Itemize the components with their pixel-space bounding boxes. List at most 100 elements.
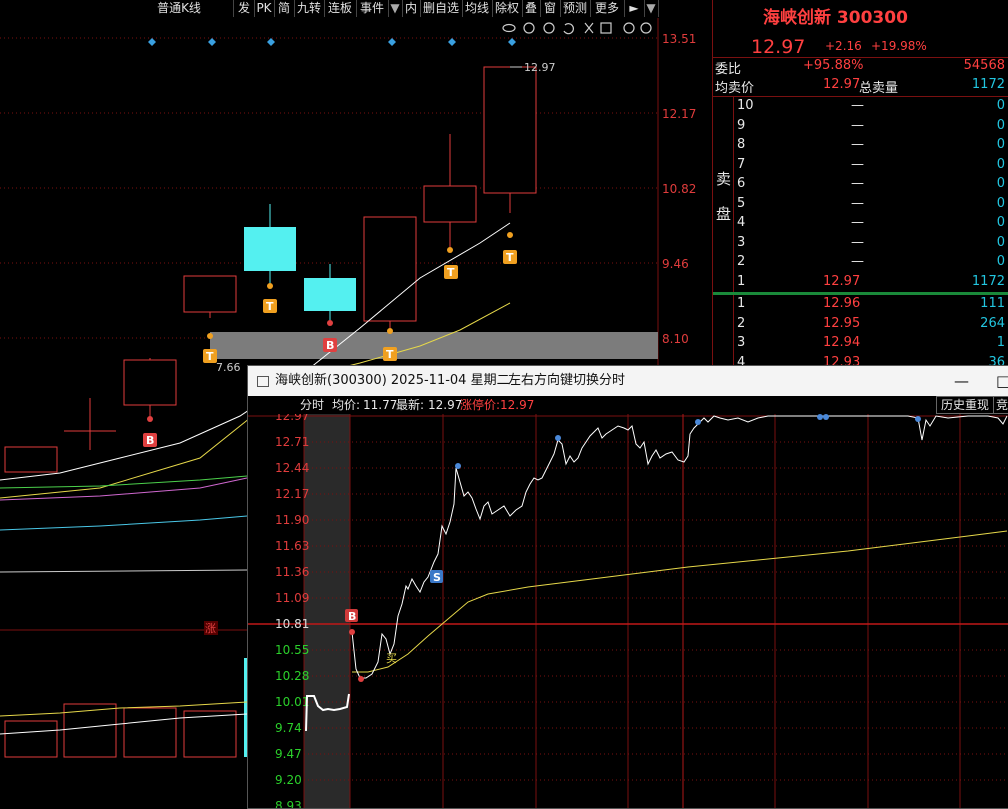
sell-price: — — [851, 176, 864, 191]
buy-b-text: B — [348, 610, 356, 623]
sell-volume: 0 — [996, 195, 1005, 211]
minimize-button[interactable]: — — [954, 366, 969, 396]
sell-volume: 0 — [996, 117, 1005, 133]
sell-volume: 0 — [996, 137, 1005, 152]
toolbar-jian-button[interactable]: 简 — [274, 0, 295, 17]
toolbar-exright-button[interactable]: 除权 — [492, 0, 523, 17]
y-axis-label: 9.47 — [275, 747, 302, 761]
sell-volume: 0 — [996, 254, 1005, 269]
toolbar-forecast-button[interactable]: 预测 — [560, 0, 591, 17]
candle-body — [423, 185, 477, 223]
y-axis-label: 12.71 — [275, 435, 309, 449]
y-axis-label: 9.20 — [275, 773, 302, 787]
history-replay-button[interactable]: 历史重现 — [936, 396, 995, 414]
sell-level: 2 — [737, 254, 746, 269]
sell-row[interactable]: 3 — 0 — [713, 235, 1008, 255]
intraday-avg-line — [352, 530, 1008, 673]
y-axis-label: 11.63 — [275, 539, 309, 553]
add-circle-icon[interactable] — [523, 22, 535, 34]
sell-row[interactable]: 5 — 0 — [713, 196, 1008, 216]
y-axis-label: 12.44 — [275, 461, 309, 475]
fenshi-label: 分时 — [300, 398, 325, 412]
sell-row[interactable]: 4 — 0 — [713, 215, 1008, 235]
toolbar-event-arrow[interactable]: ▼ — [388, 0, 403, 17]
zhang-label: 涨 — [205, 622, 216, 635]
sell-row[interactable]: 2 — 0 — [713, 254, 1008, 274]
sell-row[interactable]: 10 — 0 — [713, 98, 1008, 118]
delete-icon[interactable] — [600, 22, 612, 34]
buy-price: 12.94 — [823, 335, 861, 350]
toolbar-pk-button[interactable]: PK — [254, 0, 275, 17]
sell-row[interactable]: 9 — 0 — [713, 118, 1008, 138]
chart-toolbar: 普通K线 发 PK 简 九转 连板 事件 ▼ 内 删自选 均线 除权 叠 窗 预… — [0, 0, 660, 18]
sell-level: 5 — [737, 195, 746, 211]
buy-level: 3 — [737, 335, 746, 350]
nav-circle-icon[interactable] — [543, 22, 555, 34]
avg-label: 均价: — [332, 398, 361, 412]
toolbar-event-button[interactable]: 事件 — [356, 0, 389, 17]
y-axis-label: 11.36 — [275, 565, 309, 579]
y-axis-label: 10.28 — [275, 669, 309, 683]
toolbar-jiuzhuan-button[interactable]: 九转 — [294, 0, 325, 17]
limit-value: 12.97 — [500, 398, 535, 412]
buy-volume: 1 — [996, 335, 1005, 350]
zoom-in-icon[interactable] — [623, 22, 635, 34]
sell-level: 7 — [737, 156, 746, 172]
candle-body — [363, 216, 417, 322]
sell-volume: 0 — [996, 98, 1005, 113]
avg-sell-value: 12.97 — [823, 77, 861, 92]
kline-type-button[interactable]: 普通K线 — [125, 0, 234, 17]
limit-label: 涨停价: — [460, 398, 501, 412]
y-axis-label: 12.17 — [275, 487, 309, 501]
popup-titlebar[interactable]: 海峡创新(300300) 2025-11-04 星期二 左右方向键切换分时 — … — [248, 366, 1008, 396]
scissors-icon[interactable] — [584, 22, 594, 34]
sell-row[interactable]: 1 12.97 1172 — [713, 274, 1008, 294]
toolbar-dropdown-arrow[interactable]: ▼ — [644, 0, 659, 17]
candle-body — [183, 275, 237, 313]
sell-level: 10 — [737, 98, 754, 113]
intraday-popup[interactable]: 海峡创新(300300) 2025-11-04 星期二 左右方向键切换分时 — … — [247, 365, 1008, 809]
last-value: 12.97 — [428, 398, 463, 412]
avg-value: 11.77 — [363, 398, 398, 412]
sell-price: — — [851, 98, 864, 113]
sell-row[interactable]: 7 — 0 — [713, 157, 1008, 177]
sell-price: — — [851, 254, 864, 269]
sell-price: — — [851, 117, 864, 133]
weibi-right: 54568 — [963, 58, 1005, 73]
buy-b-text: B — [146, 434, 154, 447]
y-axis-label: 9.74 — [275, 721, 302, 735]
sell-volume: 0 — [996, 156, 1005, 172]
weibi-label: 委比 — [715, 62, 742, 77]
candle-body — [123, 359, 177, 406]
zoom-out-icon[interactable] — [640, 22, 652, 34]
maximize-button[interactable]: □ — [996, 366, 1008, 396]
toolbar-ma-button[interactable]: 均线 — [462, 0, 493, 17]
undo-icon[interactable] — [563, 23, 574, 35]
price-zone-band — [210, 332, 658, 359]
sell-row[interactable]: 8 — 0 — [713, 137, 1008, 157]
toolbar-overlay-button[interactable]: 叠 — [522, 0, 541, 17]
auction-button[interactable]: 竞 — [993, 396, 1008, 414]
stock-change: +2.16 — [825, 39, 862, 53]
toolbar-window-button[interactable]: 窗 — [540, 0, 561, 17]
intraday-chart[interactable]: 12.97 12.71 12.44 12.17 11.90 11.63 11.36 11.09… — [248, 414, 1008, 808]
toolbar-more-button[interactable]: 更多 — [590, 0, 625, 17]
buy-row[interactable]: 2 12.95 264 — [713, 316, 1008, 336]
toolbar-lianban-button[interactable]: 连板 — [324, 0, 357, 17]
quote-panel: 海峡创新 300300 12.97 +2.16 +19.98% 委比 +95.8… — [712, 0, 1008, 370]
sell-volume: 1172 — [971, 273, 1005, 289]
toolbar-delete-favorite-button[interactable]: 删自选 — [420, 0, 463, 17]
eye-icon[interactable] — [502, 23, 516, 33]
buy-row[interactable]: 3 12.94 1 — [713, 335, 1008, 355]
toolbar-exit-icon[interactable]: ► — [624, 0, 645, 17]
window-icon — [257, 376, 269, 387]
buy-row[interactable]: 1 12.96 111 — [713, 296, 1008, 316]
toolbar-fa-button[interactable]: 发 — [234, 0, 255, 17]
event-diamonds — [148, 38, 516, 46]
candle-body — [244, 227, 296, 271]
sell-row[interactable]: 6 — 0 — [713, 176, 1008, 196]
toolbar-nei-button[interactable]: 内 — [402, 0, 421, 17]
stock-price: 12.97 — [751, 36, 806, 58]
t-marker-2-text: T — [266, 300, 274, 313]
price-axis-label: 9.46 — [662, 257, 689, 271]
